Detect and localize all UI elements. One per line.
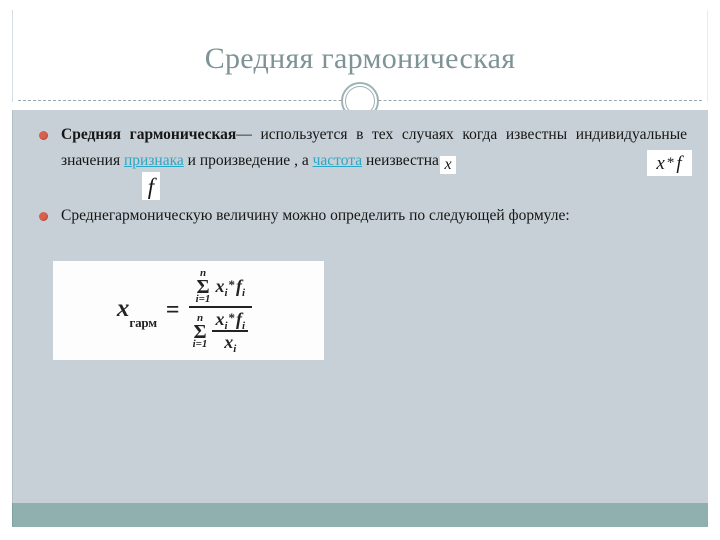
inner-fraction-numerator: xi*fi (212, 309, 248, 332)
bottom-accent-band (12, 503, 708, 527)
inner-den-x: x (224, 332, 234, 352)
presentation-slide: Средняя гармоническая Средняя гармоничес… (0, 0, 720, 540)
formula-numerator: n Σ i=1 xi*fi (192, 267, 249, 306)
numerator-term: xi*fi (215, 276, 246, 299)
formula-image: xгарм = n Σ i=1 xi*fi n Σ i=1 xi*fi xi (53, 261, 324, 360)
list-item: Среднегармоническую величину можно опред… (39, 203, 687, 229)
link-priznaka[interactable]: признака (124, 152, 184, 169)
formula-main-fraction: n Σ i=1 xi*fi n Σ i=1 xi*fi xi (188, 267, 253, 355)
inner-num-op: * (228, 310, 236, 325)
math-chip-f: f (142, 172, 160, 200)
numerator-x-idx: i (224, 287, 228, 299)
inner-num-x-idx: i (224, 320, 228, 332)
bullet-1-part4: неизвестна (362, 152, 439, 169)
inner-fraction-denominator: xi (221, 332, 239, 355)
bullet-1-dash: — (236, 126, 252, 143)
math-chip-x: x (440, 156, 456, 174)
formula-equals: = (165, 297, 180, 323)
numerator-op: * (228, 277, 236, 292)
denominator-inner-fraction: xi*fi xi (212, 309, 249, 355)
bullet-1-lead: Средняя гармоническая (61, 126, 237, 143)
bullet-1-text: Средняя гармоническая— используется в те… (61, 122, 687, 174)
bullet-2-text: Среднегармоническую величину можно опред… (61, 207, 570, 224)
bullet-1-comma: , (290, 152, 302, 169)
formula-expression: xгарм = n Σ i=1 xi*fi n Σ i=1 xi*fi xi (116, 267, 253, 355)
bullet-dot-icon (39, 212, 48, 221)
inner-num-f-idx: i (242, 320, 246, 332)
math-xf-op: * (666, 154, 676, 171)
formula-lhs-var: x (116, 295, 130, 322)
formula-denominator: n Σ i=1 xi*fi xi (189, 308, 252, 355)
bullet-dot-icon (39, 131, 48, 140)
denominator-sigma: n Σ i=1 (192, 312, 208, 350)
list-item: Средняя гармоническая— используется в те… (39, 122, 687, 174)
math-chip-x-times-f: x * f (647, 150, 692, 176)
formula-lhs-sub: гарм (129, 315, 157, 330)
numerator-sigma: n Σ i=1 (196, 268, 211, 305)
formula-lhs: xгарм (116, 295, 157, 330)
inner-num-x: x (215, 309, 225, 329)
math-xf-rhs: f (676, 152, 683, 174)
bullet-1-part2: и произведение (183, 152, 291, 169)
numerator-sigma-sub: i=1 (195, 293, 211, 305)
numerator-x: x (215, 276, 225, 296)
numerator-f-idx: i (242, 287, 246, 299)
bullet-1-part3: а (301, 152, 313, 169)
link-chastota[interactable]: частота (313, 152, 363, 169)
inner-den-x-idx: i (233, 343, 237, 355)
denominator-sigma-sub: i=1 (192, 337, 208, 350)
math-xf-lhs: x (656, 152, 666, 174)
page-title: Средняя гармоническая (204, 42, 516, 75)
